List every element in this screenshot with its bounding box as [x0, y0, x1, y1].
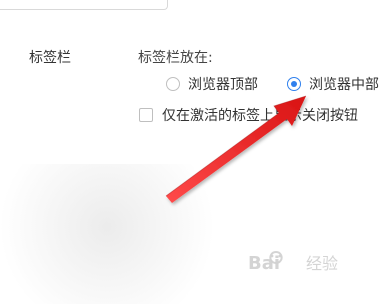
checkbox-icon[interactable] [139, 108, 153, 122]
tab-position-label: 标签栏放在: [138, 50, 213, 66]
top-input-remnant[interactable] [0, 0, 168, 10]
svg-text:Bai: Bai [248, 253, 280, 274]
radio-unchecked-icon[interactable] [166, 77, 180, 91]
tab-position-top-option[interactable]: 浏览器顶部 [166, 74, 258, 94]
svg-text:经验: 经验 [306, 254, 338, 273]
tab-position-middle-label: 浏览器中部 [309, 77, 379, 93]
tab-position-top-label: 浏览器顶部 [188, 77, 258, 93]
red-annotation-arrow [165, 95, 307, 203]
section-title: 标签栏 [29, 50, 71, 66]
background-shadow [0, 164, 250, 304]
active-tab-close-button-label: 仅在激活的标签上显示关闭按钮 [162, 108, 358, 124]
baidu-jingyan-watermark: Bai 经验 [248, 247, 370, 279]
active-tab-close-button-option[interactable]: 仅在激活的标签上显示关闭按钮 [139, 105, 358, 125]
tab-position-middle-option[interactable]: 浏览器中部 [287, 74, 379, 94]
radio-checked-icon[interactable] [287, 77, 301, 91]
